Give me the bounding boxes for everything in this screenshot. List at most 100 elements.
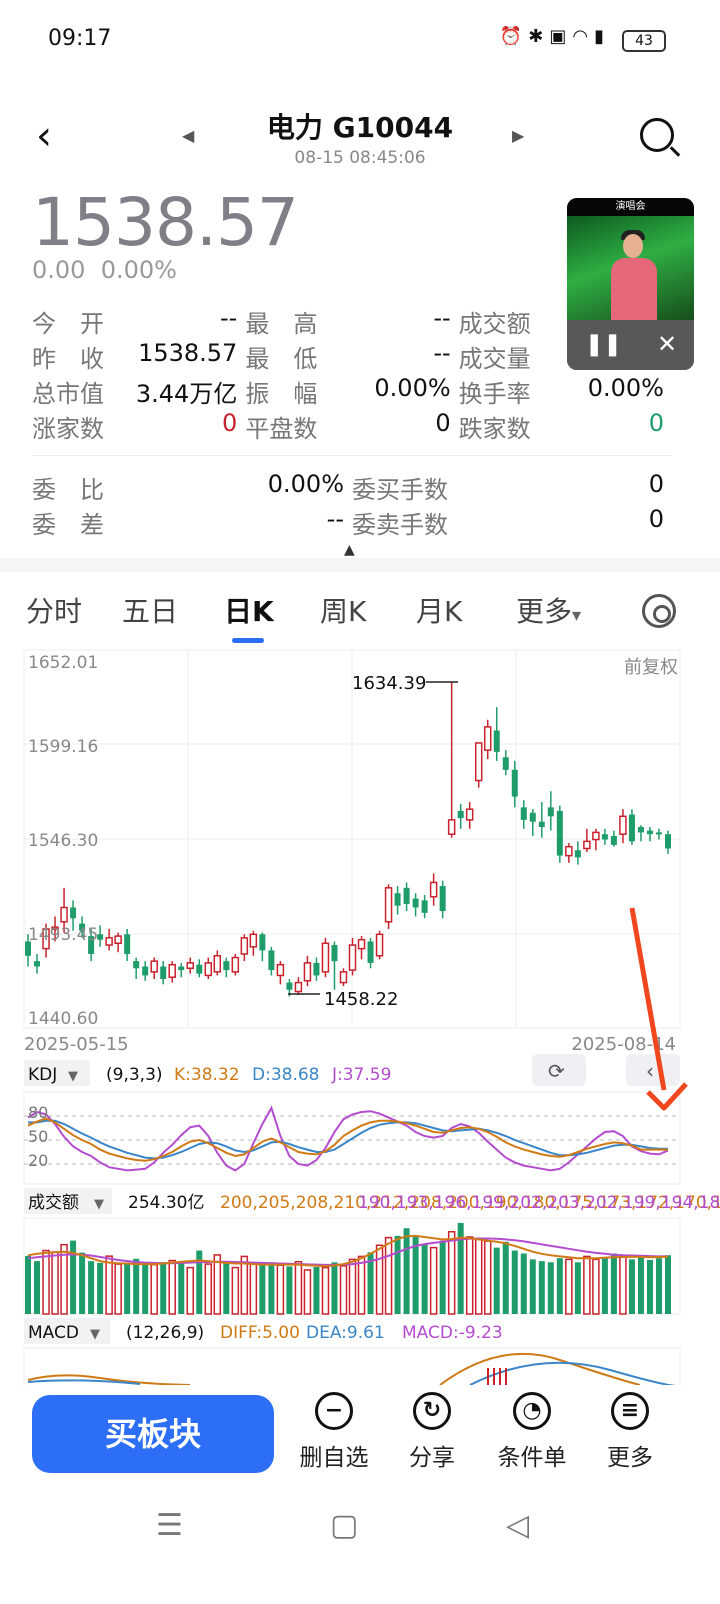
stat-label: 成交量 (458, 345, 531, 373)
stat-label: 最 低 (245, 345, 318, 373)
candle-body (60, 906, 68, 923)
candle-body (223, 961, 230, 971)
volume-bar (168, 1259, 176, 1315)
status-bar: 09:17 ⏰✱▣◠▮ 43 (0, 0, 720, 80)
volume-bar (520, 1253, 527, 1314)
candle-body (321, 942, 330, 973)
remove-watchlist-button[interactable]: − 删自选 (284, 1392, 384, 1472)
volume-bar (223, 1263, 230, 1314)
singer-image (611, 228, 657, 320)
share-button[interactable]: ↻ 分享 (382, 1392, 482, 1472)
candle-body (114, 935, 122, 944)
stat-value: 1538.57 (138, 339, 238, 367)
stat-value: 0 (648, 505, 664, 533)
kline-chart[interactable]: 1652.01 1599.16 1546.30 1493.45 1440.60 … (0, 640, 720, 1385)
volume-bar (186, 1266, 195, 1315)
menu-icon: ≡ (611, 1392, 649, 1430)
nav-menu-icon[interactable]: ☰ (156, 1508, 183, 1543)
price-change: 0.00 0.00% (32, 256, 177, 284)
volume-bar (348, 1258, 357, 1315)
volume-value: 254.30亿 (128, 1193, 204, 1213)
battery-icon: 43 (622, 30, 666, 52)
pause-icon[interactable]: ❚❚ (585, 332, 622, 357)
volume-bar (619, 1255, 627, 1315)
tab-more[interactable]: 更多▾ (516, 590, 581, 630)
tab-monthly-k[interactable]: 月K (416, 590, 462, 630)
tab-more-label: 更多 (516, 595, 573, 628)
volume-bar (331, 1262, 338, 1314)
candle-body (142, 966, 149, 976)
collapse-icon[interactable]: ▲ (344, 542, 355, 558)
macd-label[interactable]: MACD (28, 1323, 79, 1343)
next-arrow-icon[interactable]: ▶ (512, 126, 524, 145)
stats-row: 涨家数 0 平盘数 0 跌家数 0 (32, 409, 672, 444)
volume-bar (610, 1253, 617, 1314)
search-icon[interactable] (640, 118, 674, 152)
volume-bar (160, 1262, 167, 1314)
candle-body (331, 945, 338, 962)
page-title: 电力 G10044 (266, 111, 454, 144)
chevron-down-icon: ▾ (572, 605, 582, 626)
rotate-icon[interactable]: ⟳ (548, 1059, 565, 1083)
nav-back-icon[interactable]: ◁ (506, 1508, 529, 1543)
volume-bar (204, 1263, 213, 1315)
price-tick-label: 1440.60 (28, 1009, 98, 1029)
kdj-j-line (27, 1105, 669, 1172)
period-tabs: 分时 五日 日K 周K 月K 更多▾ (0, 580, 720, 644)
tab-weekly-k[interactable]: 周K (320, 590, 366, 630)
tab-daily-k[interactable]: 日K (224, 590, 274, 630)
volume-bar (231, 1266, 240, 1315)
volume-bar (97, 1262, 104, 1314)
buy-sector-button[interactable]: 买板块 (32, 1395, 274, 1473)
volume-label[interactable]: 成交额 (28, 1193, 79, 1213)
condition-order-button[interactable]: ◔ 条件单 (482, 1392, 582, 1472)
start-date-label: 2025-05-15 (24, 1034, 129, 1055)
volume-bar (133, 1258, 140, 1314)
candle-body (394, 893, 401, 906)
pip-video-player[interactable]: 演唱会 ❚❚ ✕ (567, 198, 694, 370)
stat-label: 成交额 (458, 310, 531, 338)
candle-body (619, 815, 627, 835)
adjust-label[interactable]: 前复权 (624, 657, 678, 678)
candle-body (583, 840, 591, 850)
stat-value: 0 (435, 409, 451, 437)
volume-bar (79, 1252, 86, 1314)
nav-home-icon[interactable]: ▢ (330, 1508, 358, 1543)
stat-value: 0 (222, 409, 238, 437)
candle-body (357, 938, 366, 950)
close-icon[interactable]: ✕ (657, 330, 677, 358)
more-button[interactable]: ≡ 更多 (580, 1392, 680, 1472)
candle-body (240, 937, 249, 955)
candle-body (483, 726, 492, 751)
candle-body (457, 810, 464, 819)
5g-signal-icon: ▮ (594, 26, 610, 47)
high-annotation: 1634.39 (352, 673, 458, 694)
candle-body (375, 933, 384, 957)
tab-intraday[interactable]: 分时 (26, 590, 82, 630)
volume-bar (421, 1243, 428, 1314)
stat-label: 委买手数 (352, 476, 448, 504)
macd-panel (23, 1347, 681, 1385)
candle-body (502, 757, 509, 770)
stat-value: 3.44万亿 (135, 380, 238, 408)
kdj-d-value: D:38.68 (252, 1065, 320, 1085)
volume-bar (493, 1247, 500, 1314)
candle-body (249, 933, 258, 948)
candle-body (303, 962, 312, 982)
stat-label: 跌家数 (458, 415, 531, 443)
stat-value: 0.00% (374, 374, 451, 402)
kdj-label[interactable]: KDJ (28, 1065, 57, 1085)
chevron-left-icon[interactable]: ‹ (646, 1059, 654, 1083)
volume-bar (313, 1267, 320, 1314)
price-tick-label: 1546.30 (28, 831, 98, 851)
tab-five-day[interactable]: 五日 (122, 590, 178, 630)
candle-body (646, 830, 653, 835)
volume-bar (502, 1241, 509, 1314)
volume-bar (294, 1260, 303, 1315)
candle-body (231, 956, 240, 973)
candle-body (294, 981, 303, 993)
candle-body (547, 807, 554, 817)
settings-icon[interactable] (642, 594, 676, 628)
volume-bar (403, 1228, 410, 1314)
change-percent: 0.00% (100, 256, 177, 284)
